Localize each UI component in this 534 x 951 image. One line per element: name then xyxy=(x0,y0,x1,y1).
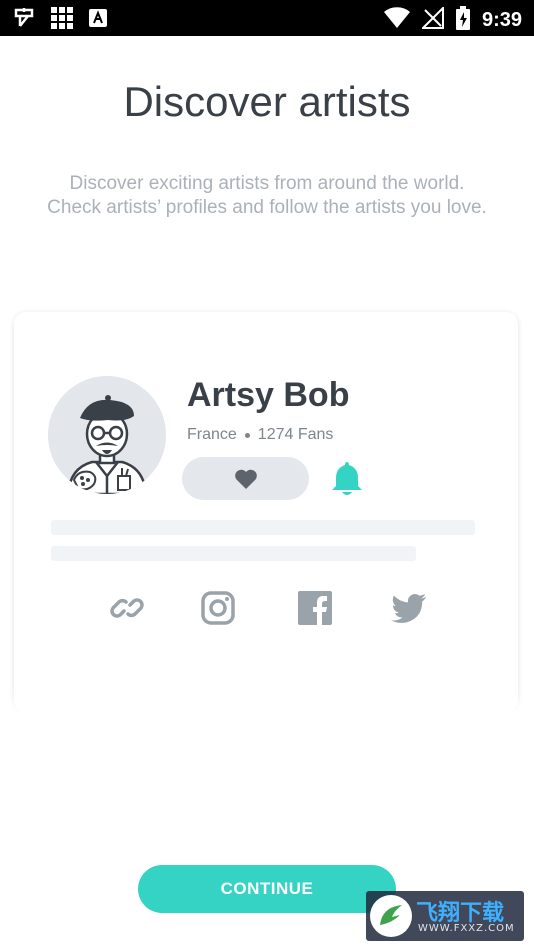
link-button[interactable] xyxy=(109,590,145,626)
watermark: 飞翔下载 WWW.FXXZ.COM xyxy=(366,891,524,941)
watermark-url: WWW.FXXZ.COM xyxy=(418,923,515,934)
notify-button[interactable] xyxy=(329,458,365,498)
artist-avatar xyxy=(48,376,166,494)
wifi-icon xyxy=(383,7,410,34)
continue-button[interactable]: CONTINUE xyxy=(138,865,396,913)
grid-icon xyxy=(50,6,74,35)
facebook-icon xyxy=(298,591,332,625)
facebook-button[interactable] xyxy=(297,590,333,626)
page-subtitle: Discover exciting artists from around th… xyxy=(47,173,487,218)
artist-meta: France 1274 Fans xyxy=(187,426,333,444)
link-icon xyxy=(110,598,144,618)
no-signal-icon xyxy=(420,5,444,34)
twitter-icon xyxy=(391,593,427,623)
text-a-icon xyxy=(88,8,108,33)
artist-card: Artsy Bob France 1274 Fans xyxy=(14,312,518,712)
skeleton-line xyxy=(51,546,416,561)
status-time: 9:39 xyxy=(481,9,522,31)
heart-icon xyxy=(234,469,257,489)
instagram-button[interactable] xyxy=(200,590,236,626)
separator-dot xyxy=(244,432,250,438)
artist-country: France xyxy=(187,426,237,443)
app-notification-icon xyxy=(12,6,36,35)
skeleton-line xyxy=(51,520,475,535)
twitter-button[interactable] xyxy=(391,590,427,626)
watermark-logo-icon xyxy=(370,895,412,937)
battery-charging-icon xyxy=(455,6,470,35)
like-button[interactable] xyxy=(182,457,309,500)
page-title: Discover artists xyxy=(123,78,411,125)
artist-illustration-icon xyxy=(48,376,166,494)
artist-fans: 1274 Fans xyxy=(257,426,334,443)
card-fade xyxy=(0,690,534,730)
instagram-icon xyxy=(201,591,235,625)
artist-name: Artsy Bob xyxy=(187,376,350,414)
bell-icon xyxy=(332,462,362,495)
status-bar: 9:39 xyxy=(0,0,534,36)
